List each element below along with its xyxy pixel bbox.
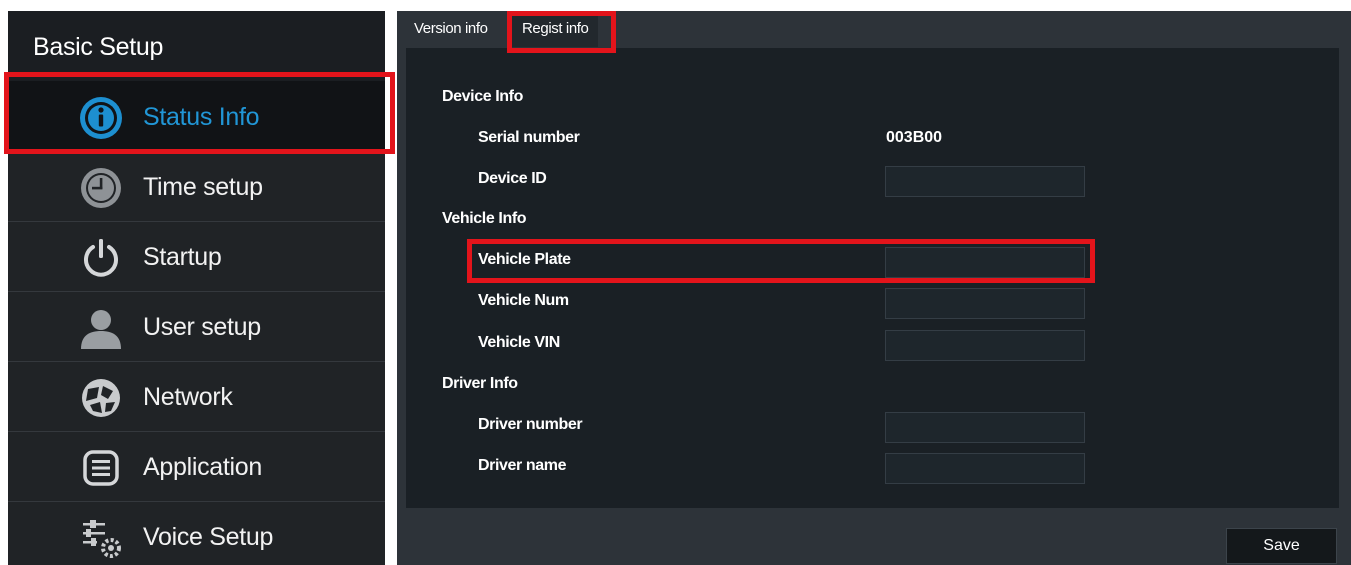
application-icon [78, 445, 124, 491]
device-id-input[interactable] [885, 166, 1085, 197]
sidebar-item-application[interactable]: Application [8, 431, 385, 501]
sidebar-item-label: Network [143, 383, 233, 411]
sidebar-item-user-setup[interactable]: User setup [8, 291, 385, 361]
device-id-label: Device ID [478, 170, 547, 187]
vehicle-vin-label: Vehicle VIN [478, 334, 560, 351]
sidebar-item-label: Startup [143, 243, 222, 271]
vehicle-info-heading: Vehicle Info [442, 210, 527, 227]
settings-panel: Version info Regist info Device Info Ser… [397, 11, 1351, 565]
tab-version-info[interactable]: Version info [404, 11, 498, 47]
sidebar-item-label: Status Info [143, 103, 260, 131]
sidebar-item-startup[interactable]: Startup [8, 221, 385, 291]
driver-number-input[interactable] [885, 412, 1085, 443]
driver-name-label: Driver name [478, 457, 567, 474]
regist-info-form: Device Info Serial number 003B00 Device … [406, 48, 1339, 508]
sidebar-item-voice-setup[interactable]: Voice Setup [8, 501, 385, 565]
info-icon [78, 95, 124, 141]
sidebar-item-status-info[interactable]: Status Info [8, 81, 385, 151]
sidebar-item-label: Time setup [143, 173, 263, 201]
driver-number-label: Driver number [478, 416, 583, 433]
power-icon [78, 235, 124, 281]
sidebar-item-time-setup[interactable]: Time setup [8, 151, 385, 221]
vehicle-vin-input[interactable] [885, 330, 1085, 361]
vehicle-num-label: Vehicle Num [478, 292, 569, 309]
driver-name-input[interactable] [885, 453, 1085, 484]
device-info-heading: Device Info [442, 88, 523, 105]
vehicle-num-input[interactable] [885, 288, 1085, 319]
vehicle-plate-input[interactable] [885, 247, 1085, 278]
sidebar-title: Basic Setup [33, 33, 164, 61]
sidebar-item-label: Voice Setup [143, 523, 274, 551]
sidebar-item-label: Application [143, 453, 263, 481]
voice-settings-icon [78, 515, 124, 561]
network-icon [78, 375, 124, 421]
serial-number-label: Serial number [478, 129, 580, 146]
clock-icon [78, 165, 124, 211]
vehicle-plate-label: Vehicle Plate [478, 251, 571, 268]
save-button[interactable]: Save [1226, 528, 1337, 564]
serial-number-value: 003B00 [886, 129, 943, 146]
driver-info-heading: Driver Info [442, 375, 518, 392]
sidebar-item-label: User setup [143, 313, 261, 341]
user-icon [78, 305, 124, 351]
tab-regist-info[interactable]: Regist info [512, 11, 599, 47]
sidebar-item-network[interactable]: Network [8, 361, 385, 431]
sidebar: Basic Setup Status Info Time setup Start… [8, 11, 385, 565]
